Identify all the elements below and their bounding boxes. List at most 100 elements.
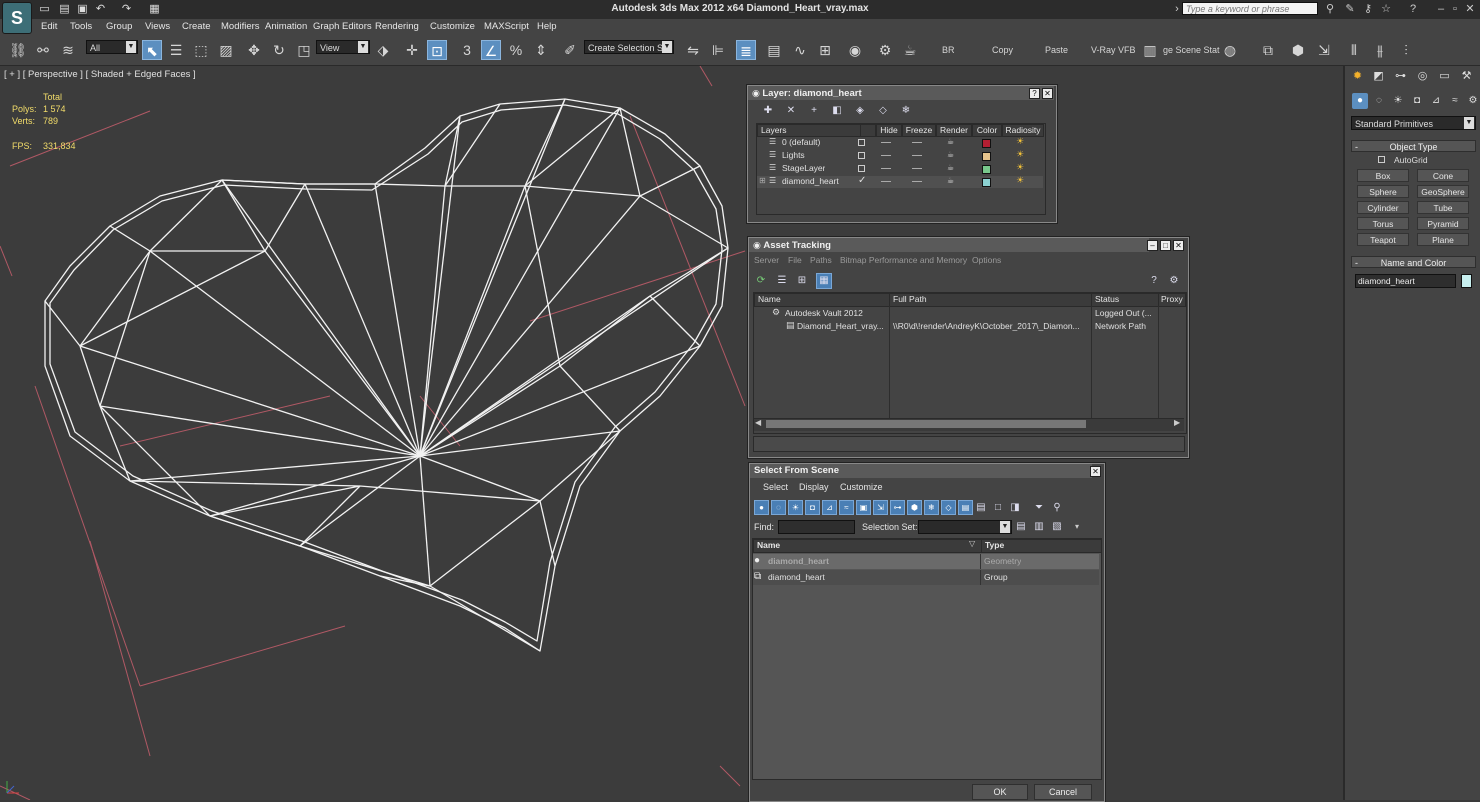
menu-tools[interactable]: Tools <box>70 21 92 32</box>
sfs-name-column-header[interactable]: Name <box>753 539 982 553</box>
render-icon[interactable]: ☕ <box>900 40 920 60</box>
radiosity-icon[interactable]: ☀ <box>1016 162 1024 173</box>
table-view-icon[interactable]: ▦ <box>816 273 832 289</box>
asset-close-icon[interactable]: ✕ <box>1173 240 1184 251</box>
layer-row[interactable]: ⊞ ☰ diamond_heart ✓ ☕ ☀ <box>757 175 1043 188</box>
layer-name[interactable]: 0 (default) <box>782 137 820 147</box>
cylinder-button[interactable]: Cylinder <box>1357 201 1409 214</box>
container-icon[interactable]: ⬢ <box>1288 40 1308 60</box>
copy-button[interactable]: Copy <box>992 45 1013 55</box>
layers-column-header[interactable]: Layers <box>757 124 861 137</box>
lights-icon[interactable]: ☀ <box>1390 93 1406 109</box>
pivot-center-icon[interactable]: ⬗ <box>373 40 393 60</box>
asset-help-icon[interactable]: ? <box>1147 274 1161 288</box>
display-lights-icon[interactable]: ☀ <box>788 500 803 515</box>
asset-tracking-title[interactable]: ◉ Asset Tracking <box>749 238 1149 252</box>
mirror-icon[interactable]: ⇋ <box>683 40 703 60</box>
current-layer-box[interactable] <box>858 165 865 172</box>
array-icon[interactable]: ⧉ <box>1258 40 1278 60</box>
schematic-view-icon[interactable]: ⊞ <box>815 40 835 60</box>
render-teapot-icon[interactable]: ☕ <box>947 150 954 159</box>
link-icon[interactable]: ⛓ <box>8 40 28 60</box>
asset-menu-options[interactable]: Options <box>972 255 1001 265</box>
ok-button[interactable]: OK <box>972 784 1028 800</box>
undo-icon[interactable]: ↶ <box>94 3 107 15</box>
curve-editor-icon[interactable]: ∿ <box>790 40 810 60</box>
bind-spacewarp-icon[interactable]: ≋ <box>58 40 78 60</box>
select-layer-objects-icon[interactable]: ◧ <box>830 104 844 118</box>
select-object-icon[interactable]: ⬉ <box>142 40 162 60</box>
br-button[interactable]: BR <box>942 45 955 55</box>
create-tab-icon[interactable]: ✹ <box>1349 69 1366 84</box>
delete-layer-icon[interactable]: ✕ <box>784 104 798 118</box>
asset-menu-file[interactable]: File <box>788 255 802 265</box>
add-to-layer-icon[interactable]: + <box>807 104 821 118</box>
favorites-star-icon[interactable]: ☆ <box>1379 3 1393 16</box>
freeze-toggle-icon[interactable] <box>912 142 922 143</box>
select-from-scene-title[interactable]: Select From Scene <box>750 464 1092 478</box>
menu-customize[interactable]: Customize <box>430 21 475 32</box>
asset-status-column-header[interactable]: Status <box>1091 293 1160 307</box>
menu-maxscript[interactable]: MAXScript <box>484 21 529 32</box>
geometry-icon[interactable]: ● <box>1352 93 1368 109</box>
freeze-toggle-icon[interactable] <box>912 155 922 156</box>
paste-button[interactable]: Paste <box>1045 45 1068 55</box>
spinner-snap-icon[interactable]: ⇕ <box>531 40 551 60</box>
keyboard-shortcut-override-icon[interactable]: ⊡ <box>427 40 447 60</box>
display-xrefs-icon[interactable]: ⇲ <box>873 500 888 515</box>
display-helpers-icon[interactable]: ⊿ <box>822 500 837 515</box>
sfs-menu-display[interactable]: Display <box>799 482 829 492</box>
sfs-menu-customize[interactable]: Customize <box>840 482 883 492</box>
select-all-icon[interactable]: ▤ <box>974 501 988 515</box>
autogrid-checkbox[interactable] <box>1378 156 1385 163</box>
project-folder-icon[interactable]: ▦ <box>148 3 161 15</box>
layer-row[interactable]: ☰ 0 (default) ☕ ☀ <box>757 136 1043 149</box>
freeze-toggle-icon[interactable] <box>912 181 922 182</box>
create-layer-icon[interactable]: ✚ <box>761 104 775 118</box>
menu-graph-editors[interactable]: Graph Editors <box>313 21 372 32</box>
scene-stats-button[interactable]: ge Scene Stat <box>1163 45 1220 55</box>
object-type-rollout-header[interactable]: - Object Type <box>1351 140 1476 152</box>
shapes-icon[interactable]: ◌ <box>1371 93 1387 109</box>
display-containers-icon[interactable]: ⬢ <box>907 500 922 515</box>
highlight-layer-icon[interactable]: ◈ <box>853 104 867 118</box>
hide-toggle-icon[interactable] <box>881 155 891 156</box>
binoculars-icon[interactable]: ⚲ <box>1323 3 1337 16</box>
tube-button[interactable]: Tube <box>1417 201 1469 214</box>
tool-extra-2-icon[interactable]: ⫵ <box>1370 40 1390 60</box>
close-icon[interactable]: ✕ <box>1463 3 1477 16</box>
viewport-label[interactable]: [ + ] [ Perspective ] [ Shaded + Edged F… <box>4 69 196 80</box>
radiosity-icon[interactable]: ☀ <box>1016 175 1024 186</box>
freeze-all-layers-icon[interactable]: ❄ <box>899 104 913 118</box>
asset-scroll-thumb[interactable] <box>766 420 1086 428</box>
filter-icon[interactable]: ⏷ <box>1032 501 1046 515</box>
key-icon[interactable]: ⚷ <box>1361 3 1375 16</box>
restore-icon[interactable]: ▫ <box>1448 3 1462 16</box>
hide-toggle-icon[interactable] <box>881 181 891 182</box>
asset-menu-server[interactable]: Server <box>754 255 779 265</box>
scroll-left-icon[interactable]: ◀ <box>755 418 761 427</box>
material-editor-icon[interactable]: ◉ <box>845 40 865 60</box>
current-layer-box[interactable] <box>858 152 865 159</box>
layer-dialog-title[interactable]: ◉ Layer: diamond_heart <box>748 86 1054 100</box>
render-column-header[interactable]: Render <box>936 124 972 137</box>
select-manipulate-icon[interactable]: ✛ <box>402 40 422 60</box>
remove-selection-set-icon[interactable]: ▧ <box>1050 520 1064 534</box>
layer-color-swatch[interactable] <box>982 139 991 148</box>
create-selection-set-icon[interactable]: ▥ <box>1032 520 1046 534</box>
vray-logo-icon[interactable]: ◍ <box>1220 40 1240 60</box>
hide-column-header[interactable]: Hide <box>876 124 902 137</box>
menu-group[interactable]: Group <box>106 21 132 32</box>
selection-set-dropdown[interactable]: ▼ <box>918 520 1012 534</box>
sphere-button[interactable]: Sphere <box>1357 185 1409 198</box>
snaps-toggle-icon[interactable]: 3 <box>457 40 477 60</box>
current-layer-box[interactable] <box>858 139 865 146</box>
asset-proxy-column-header[interactable]: Proxy <box>1158 293 1186 307</box>
select-invert-icon[interactable]: ◨ <box>1008 501 1022 515</box>
tool-extra-3-icon[interactable]: ⫶ <box>1396 40 1416 60</box>
asset-menu-bitmap[interactable]: Bitmap Performance and Memory <box>840 255 967 265</box>
spacewarps-icon[interactable]: ≈ <box>1447 93 1463 109</box>
asset-options-icon[interactable]: ⚙ <box>1167 274 1181 288</box>
edit-selection-set-icon[interactable]: ▤ <box>1014 520 1028 534</box>
select-by-name-icon[interactable]: ☰ <box>166 40 186 60</box>
